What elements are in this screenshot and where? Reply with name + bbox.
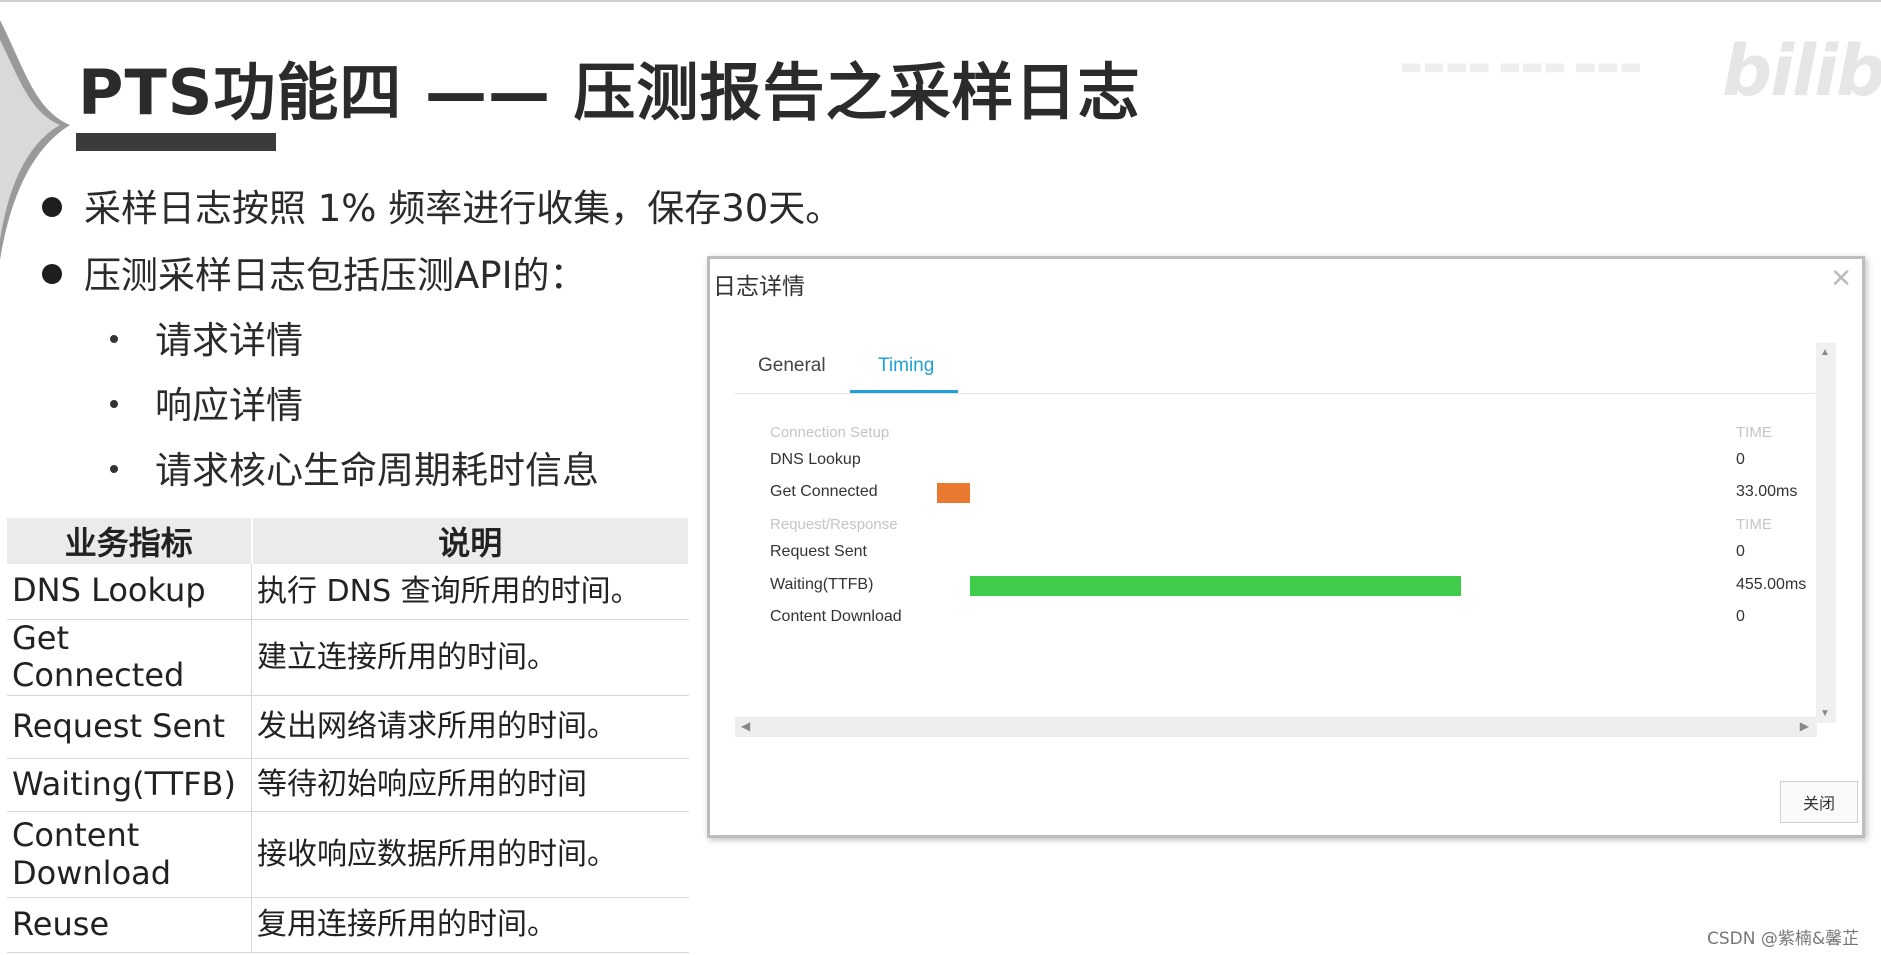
- bullet-text: 压测采样日志包括压测API的：: [84, 254, 587, 297]
- metrics-table: 业务指标 说明 DNS Lookup 执行 DNS 查询所用的时间。 Get C…: [7, 518, 690, 953]
- sub-bullet-dot: [110, 334, 118, 343]
- title-underline-bar: [76, 133, 276, 151]
- table-cell-metric: Reuse: [7, 897, 252, 953]
- bullet-dot: [42, 196, 62, 217]
- get-connected-bar: [937, 483, 970, 503]
- table-cell-description: 建立连接所用的时间。: [251, 619, 689, 696]
- table-header-description: 说明: [251, 518, 690, 564]
- table-row: Get Connected 建立连接所用的时间。: [7, 619, 689, 696]
- table-cell-metric: Content Download: [7, 811, 252, 898]
- dialog-title: 日志详情: [713, 274, 805, 300]
- horizontal-scrollbar[interactable]: ◀ ▶: [735, 717, 1817, 737]
- top-border-line: [0, 0, 1881, 2]
- sub-bullet-item: 请求详情: [110, 310, 303, 364]
- timing-row-label: DNS Lookup: [770, 451, 861, 468]
- table-cell-description: 复用连接所用的时间。: [251, 897, 689, 953]
- timing-row-time: 0: [1736, 608, 1745, 625]
- scroll-up-icon[interactable]: ▲: [1820, 347, 1830, 358]
- scroll-down-icon[interactable]: ▼: [1820, 708, 1830, 719]
- sub-bullet-text: 请求核心生命周期耗时信息: [155, 449, 599, 492]
- table-header-metric: 业务指标: [7, 518, 253, 564]
- table-row: DNS Lookup 执行 DNS 查询所用的时间。: [7, 564, 689, 620]
- close-icon[interactable]: ✕: [1830, 263, 1852, 294]
- table-cell-metric: Waiting(TTFB): [7, 758, 252, 812]
- table-cell-description: 等待初始响应所用的时间: [251, 758, 689, 812]
- timing-row-time: 0: [1736, 543, 1745, 560]
- scroll-left-icon[interactable]: ◀: [741, 719, 750, 733]
- table-cell-metric: DNS Lookup: [7, 564, 252, 620]
- sub-bullet-dot: [110, 399, 118, 408]
- bullet-dot: [42, 263, 62, 284]
- section-label-request-response: Request/Response: [770, 516, 898, 533]
- time-column-header: TIME: [1736, 516, 1772, 533]
- table-cell-description: 执行 DNS 查询所用的时间。: [251, 564, 689, 620]
- waiting-ttfb-bar: [970, 576, 1461, 596]
- vertical-scrollbar[interactable]: ▲ ▼: [1816, 343, 1836, 723]
- timing-row-label: Content Download: [770, 608, 902, 625]
- timing-row-label: Get Connected: [770, 483, 878, 500]
- bullet-item: 压测采样日志包括压测API的：: [42, 245, 587, 299]
- table-row: Content Download 接收响应数据所用的时间。: [7, 811, 689, 898]
- sub-bullet-text: 响应详情: [155, 384, 303, 427]
- tab-timing[interactable]: Timing: [878, 355, 934, 377]
- table-cell-description: 发出网络请求所用的时间。: [251, 695, 689, 759]
- table-cell-metric: Get Connected: [7, 619, 252, 696]
- timing-row-label: Request Sent: [770, 543, 867, 560]
- scroll-right-icon[interactable]: ▶: [1800, 719, 1809, 733]
- bullet-item: 采样日志按照 1% 频率进行收集，保存30天。: [42, 178, 842, 232]
- faint-header-watermark: ▬▬▬▬ ▬▬▬ ▬▬▬: [1400, 52, 1643, 80]
- table-cell-description: 接收响应数据所用的时间。: [251, 811, 689, 898]
- time-column-header: TIME: [1736, 424, 1772, 441]
- bilibili-logo: bilibili: [1722, 30, 1881, 112]
- sub-bullet-item: 请求核心生命周期耗时信息: [110, 440, 599, 494]
- sub-bullet-text: 请求详情: [155, 319, 303, 362]
- tab-divider: [735, 393, 1815, 394]
- csdn-watermark: CSDN @紫楠&馨芷: [1707, 929, 1860, 949]
- section-label-connection-setup: Connection Setup: [770, 424, 890, 441]
- timing-row-time: 0: [1736, 451, 1745, 468]
- bullet-text: 采样日志按照 1% 频率进行收集，保存30天。: [84, 187, 843, 230]
- table-row: Reuse 复用连接所用的时间。: [7, 897, 689, 953]
- timing-row-time: 455.00ms: [1736, 576, 1807, 593]
- tab-general[interactable]: General: [758, 355, 826, 377]
- sub-bullet-dot: [110, 464, 118, 473]
- table-header-row: 业务指标 说明: [7, 518, 690, 564]
- close-button[interactable]: 关闭: [1780, 781, 1858, 823]
- table-cell-metric: Request Sent: [7, 695, 252, 759]
- table-row: Request Sent 发出网络请求所用的时间。: [7, 695, 689, 759]
- timing-row-label: Waiting(TTFB): [770, 576, 874, 593]
- slide-title: PTS功能四 —— 压测报告之采样日志: [78, 56, 1141, 129]
- timing-row-time: 33.00ms: [1736, 483, 1798, 500]
- table-row: Waiting(TTFB) 等待初始响应所用的时间: [7, 758, 689, 812]
- sub-bullet-item: 响应详情: [110, 375, 303, 429]
- log-detail-dialog: 日志详情 ✕ General Timing Connection Setup T…: [707, 256, 1865, 838]
